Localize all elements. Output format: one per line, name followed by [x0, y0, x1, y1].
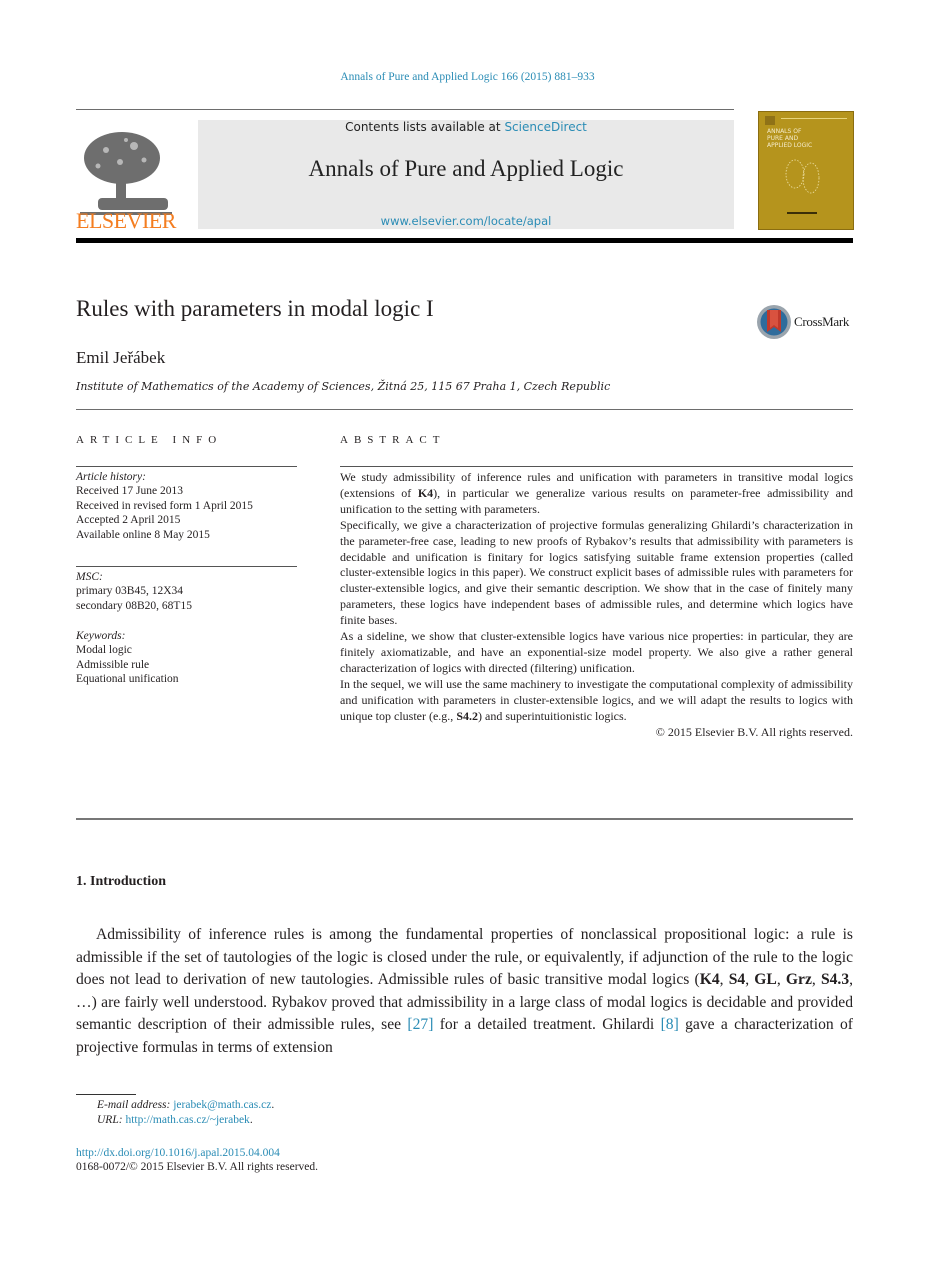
keyword-item: Modal logic [76, 644, 132, 657]
abstract-body: We study admissibility of inference rule… [340, 470, 853, 740]
journal-url-link[interactable]: www.elsevier.com/locate/apal [198, 214, 734, 228]
cover-title-line: PURE AND [767, 135, 799, 142]
footnote-rule [76, 1094, 136, 1095]
msc-codes: MSC: primary 03B45, 12X34 secondary 08B2… [76, 570, 301, 613]
abstract-paragraph: As a sideline, we show that cluster-exte… [340, 629, 853, 675]
keyword-item: Admissible rule [76, 658, 150, 671]
cover-title: ANNALS OF PURE AND APPLIED LOGIC [767, 128, 812, 149]
crossmark-label[interactable]: CrossMark [794, 314, 849, 330]
logic-name: GL [754, 971, 777, 988]
abstract-paragraph: Specifically, we give a characterization… [340, 517, 853, 628]
abstract-copyright: © 2015 Elsevier B.V. All rights reserved… [655, 724, 853, 739]
email-label: E-mail address: [97, 1099, 174, 1111]
cover-elsevier-icon [765, 116, 775, 125]
msc-item: secondary 08B20, 68T15 [76, 599, 192, 612]
citation-link[interactable]: [27] [407, 1016, 433, 1033]
citation-link[interactable]: [8] [661, 1016, 679, 1033]
article-history: Article history: Received 17 June 2013 R… [76, 470, 301, 542]
article-info-heading: ARTICLE INFO [76, 434, 223, 446]
header-thick-rule [76, 238, 853, 243]
history-item: Accepted 2 April 2015 [76, 514, 181, 527]
author-affiliation: Institute of Mathematics of the Academy … [76, 380, 611, 393]
sciencedirect-link[interactable]: ScienceDirect [504, 120, 586, 134]
logic-name: S4.3 [820, 971, 850, 988]
author-name: Emil Jeřábek [76, 348, 166, 367]
contents-prefix: Contents lists available at [345, 120, 505, 134]
cover-illustration-icon [785, 159, 820, 194]
history-item: Available online 8 May 2015 [76, 528, 210, 541]
logic-name: K4 [699, 971, 720, 988]
abstract-heading: ABSTRACT [340, 434, 446, 446]
msc-item: primary 03B45, 12X34 [76, 585, 184, 598]
email-footnote: E-mail address: jerabek@math.cas.cz. [97, 1099, 275, 1111]
logic-name: Grz [785, 971, 812, 988]
journal-reference-link[interactable]: Annals of Pure and Applied Logic 166 (20… [0, 71, 935, 83]
front-matter-end-rule [76, 818, 853, 820]
header-rule [76, 109, 734, 110]
msc-label: MSC: [76, 571, 103, 583]
journal-cover-image[interactable]: ANNALS OF PURE AND APPLIED LOGIC [758, 111, 854, 230]
history-item: Received in revised form 1 April 2015 [76, 499, 253, 512]
abstract-paragraph: We study admissibility of inference rule… [340, 470, 853, 518]
crossmark-icon[interactable] [756, 304, 792, 340]
intro-paragraph: Admissibility of inference rules is amon… [76, 926, 854, 1056]
email-link[interactable]: jerabek@math.cas.cz [173, 1099, 271, 1111]
keywords-label: Keywords: [76, 630, 126, 642]
logic-name: S4.2 [456, 708, 478, 723]
article-info-rule [76, 566, 297, 567]
elsevier-logo-text: ELSEVIER [76, 208, 176, 233]
introduction-body: Admissibility of inference rules is amon… [76, 924, 853, 1059]
intro-text: for a detailed treatment. Ghilardi [433, 1016, 661, 1033]
history-item: Received 17 June 2013 [76, 485, 183, 498]
keywords: Keywords: Modal logic Admissible rule Eq… [76, 629, 301, 687]
title-rule [76, 409, 853, 410]
cover-title-line: APPLIED LOGIC [767, 142, 813, 149]
abstract-text: ) and superintuitionistic logics. [478, 708, 627, 723]
article-title: Rules with parameters in modal logic I [76, 296, 434, 321]
abstract-rule [340, 466, 853, 467]
homepage-link[interactable]: http://math.cas.cz/~jerabek [125, 1114, 249, 1126]
history-label: Article history: [76, 471, 146, 483]
issn-copyright: 0168-0072/© 2015 Elsevier B.V. All right… [76, 1161, 319, 1173]
cover-bar [787, 212, 817, 214]
article-info-rule [76, 466, 297, 467]
section-heading: 1. Introduction [76, 874, 166, 889]
keyword-item: Equational unification [76, 673, 179, 686]
logic-name: S4 [728, 971, 746, 988]
cover-rule [781, 118, 847, 119]
url-label: URL: [97, 1114, 126, 1126]
journal-title: Annals of Pure and Applied Logic [308, 156, 624, 181]
doi-link[interactable]: http://dx.doi.org/10.1016/j.apal.2015.04… [76, 1147, 280, 1159]
contents-line: Contents lists available at ScienceDirec… [198, 120, 734, 134]
abstract-paragraph: In the sequel, we will use the same mach… [340, 677, 853, 725]
logic-name: K4 [417, 485, 434, 500]
url-footnote: URL: http://math.cas.cz/~jerabek. [97, 1114, 253, 1126]
cover-title-line: ANNALS OF [767, 128, 802, 135]
